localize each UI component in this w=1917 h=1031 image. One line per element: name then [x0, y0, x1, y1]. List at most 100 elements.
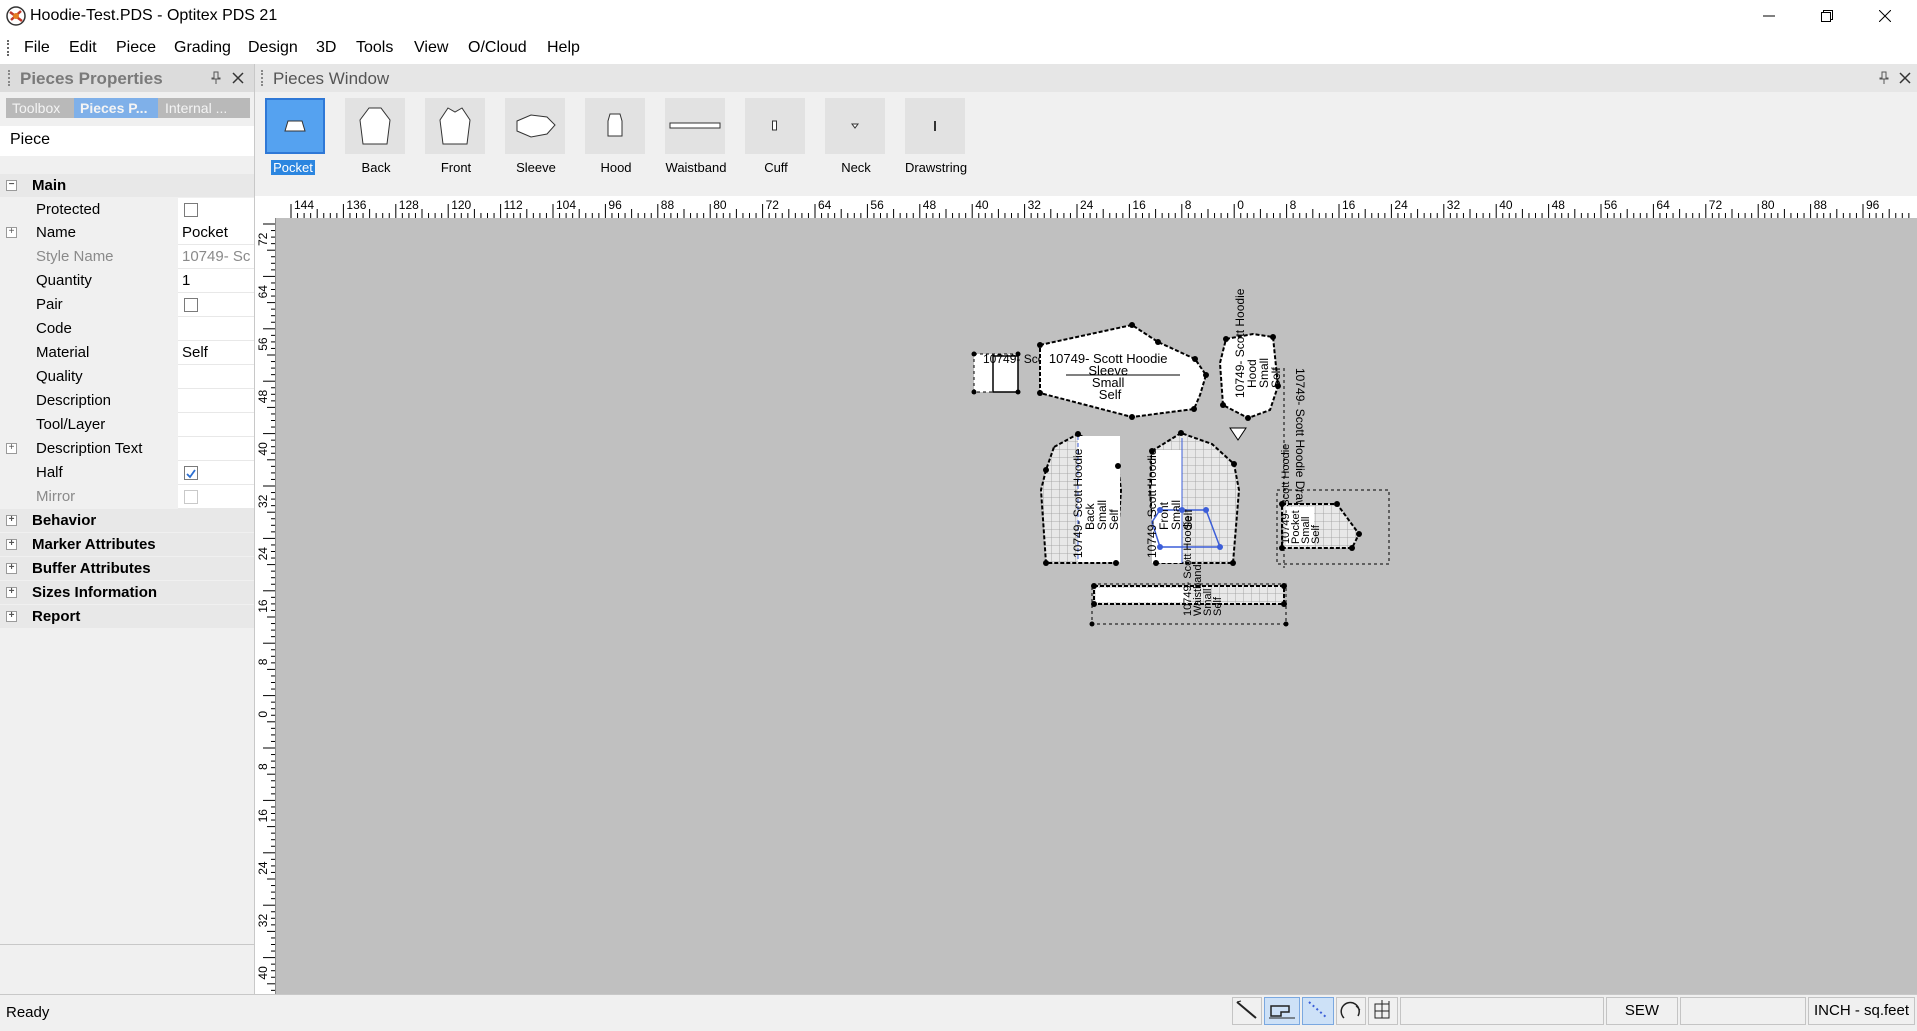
expand-icon[interactable]: + [6, 563, 17, 574]
pair-checkbox[interactable] [184, 298, 198, 312]
description-field[interactable] [178, 389, 254, 413]
v-ruler-label: 24 [256, 547, 270, 561]
expand-icon[interactable]: + [6, 587, 17, 598]
pieces-window-grip[interactable] [261, 70, 266, 86]
expand-icon[interactable]: + [6, 611, 17, 622]
menu-3d[interactable]: 3D [316, 39, 336, 57]
pattern-canvas[interactable]: 10749- Scott Hoodie Cuff Small Self 1074… [276, 218, 1917, 994]
piece-button-drawstring[interactable]: Drawstring [901, 96, 971, 175]
protected-checkbox[interactable] [184, 203, 198, 217]
section-report[interactable]: + Report [0, 605, 254, 628]
section-buffer-attributes[interactable]: + Buffer Attributes [0, 557, 254, 580]
panel-tabs: Toolbox Pieces P... Internal ... [6, 98, 250, 118]
piece-button-pocket[interactable]: Pocket [261, 96, 331, 175]
piece-button-hood[interactable]: Hood [581, 96, 651, 175]
menu-ocloud[interactable]: O/Cloud [468, 39, 527, 57]
prop-pair: Pair [0, 293, 254, 317]
h-ruler-label: 128 [399, 198, 419, 212]
menu-file[interactable]: File [24, 39, 50, 57]
h-ruler-label: 8 [1185, 198, 1192, 212]
material-field[interactable]: Self [178, 341, 254, 365]
h-ruler-label: 104 [556, 198, 576, 212]
h-ruler-label: 32 [1028, 198, 1042, 212]
section-main[interactable]: − Main [0, 174, 254, 197]
piece-button-cuff[interactable]: Cuff [741, 96, 811, 175]
hood-piece[interactable]: 10749- Scott Hoodie Hood Small Self [1218, 285, 1283, 420]
sleeve-shape-icon [516, 114, 556, 138]
h-ruler-label: 56 [870, 198, 884, 212]
neck-piece[interactable] [1229, 427, 1247, 441]
tab-pieces-properties[interactable]: Pieces P... [74, 98, 158, 118]
menu-grading[interactable]: Grading [174, 39, 231, 57]
piece-button-neck[interactable]: Neck [821, 96, 891, 175]
name-field[interactable]: Pocket [178, 221, 254, 245]
checkmark-icon [186, 469, 196, 479]
v-ruler-label: 72 [256, 232, 270, 246]
h-ruler-label: 16 [1132, 198, 1146, 212]
piece-button-front[interactable]: Front [421, 96, 491, 175]
back-piece[interactable]: 10749- Scott Hoodie Back Small Self [1039, 432, 1123, 564]
v-ruler-label: 16 [256, 809, 270, 823]
section-behavior[interactable]: + Behavior [0, 509, 254, 532]
waistband-label-material: Self [1212, 596, 1224, 616]
prop-tool-layer: Tool/Layer [0, 413, 254, 437]
section-sizes-information[interactable]: + Sizes Information [0, 581, 254, 604]
layout-tool-button[interactable] [1368, 997, 1398, 1025]
expand-icon[interactable]: + [6, 539, 17, 550]
piece-button-sleeve[interactable]: Sleeve [501, 96, 571, 175]
collapse-icon[interactable]: − [6, 180, 17, 191]
tool-layer-field[interactable] [178, 413, 254, 437]
panel-close-icon[interactable] [232, 72, 244, 84]
tab-toolbox[interactable]: Toolbox [6, 98, 73, 118]
pieces-window-title: Pieces Window [273, 69, 390, 88]
optitex-app-icon [6, 6, 26, 26]
section-marker-attributes[interactable]: + Marker Attributes [0, 533, 254, 556]
menu-view[interactable]: View [414, 39, 448, 57]
pieces-toolbar: Pocket Back Front Sleeve Hood Waistband … [255, 92, 1917, 196]
waistband-shape-icon [669, 122, 721, 129]
menu-piece[interactable]: Piece [116, 39, 156, 57]
v-ruler-label: 8 [256, 658, 270, 665]
pin-icon[interactable] [1879, 71, 1889, 85]
object-type-combo[interactable]: Piece [0, 126, 254, 156]
panel-grip[interactable] [8, 70, 13, 86]
pocket-shape-icon [284, 120, 306, 132]
quality-field[interactable] [178, 365, 254, 389]
menu-help[interactable]: Help [547, 39, 580, 57]
quantity-field[interactable]: 1 [178, 269, 254, 293]
expand-icon[interactable]: + [6, 227, 17, 238]
waistband-piece[interactable]: 10749- Scott Hoodie Waistband Small Self [1091, 513, 1287, 625]
expand-icon[interactable]: + [6, 515, 17, 526]
diagonal-tool-button[interactable] [1302, 997, 1334, 1025]
h-ruler-label: 40 [975, 198, 989, 212]
restore-button[interactable] [1798, 0, 1856, 32]
tab-internal[interactable]: Internal ... [159, 98, 250, 118]
h-ruler-label: 80 [1761, 198, 1775, 212]
minimize-button[interactable] [1740, 0, 1798, 32]
prop-half: Half [0, 461, 254, 485]
half-checkbox[interactable] [184, 466, 198, 480]
menu-tools[interactable]: Tools [356, 39, 393, 57]
code-field[interactable] [178, 317, 254, 341]
title-bar: Hoodie-Test.PDS - Optitex PDS 21 [0, 0, 1917, 32]
pieces-window-close-icon[interactable] [1899, 72, 1911, 84]
description-text-field[interactable] [178, 437, 254, 461]
h-ruler-label: 144 [294, 198, 314, 212]
drawstring-shape-icon [934, 121, 936, 131]
menu-design[interactable]: Design [248, 39, 298, 57]
pieces-window: Pieces Window Pocket Back Front Sleeve H… [255, 64, 1917, 994]
mirror-checkbox [184, 490, 198, 504]
v-ruler-label: 40 [256, 442, 270, 456]
piece-button-back[interactable]: Back [341, 96, 411, 175]
close-button[interactable] [1856, 0, 1914, 32]
rotate-tool-button[interactable] [1336, 997, 1366, 1025]
piece-button-waistband[interactable]: Waistband [661, 96, 731, 175]
sew-tool-button[interactable] [1264, 997, 1300, 1025]
v-ruler-label: 16 [256, 599, 270, 613]
panel-header: Pieces Properties [0, 64, 254, 92]
sleeve-piece[interactable]: 10749- Scott Hoodie Sleeve Small Self [1039, 323, 1208, 419]
menu-edit[interactable]: Edit [69, 39, 97, 57]
pin-icon[interactable] [211, 71, 221, 85]
expand-icon[interactable]: + [6, 443, 17, 454]
measure-tool-button[interactable] [1232, 997, 1262, 1025]
